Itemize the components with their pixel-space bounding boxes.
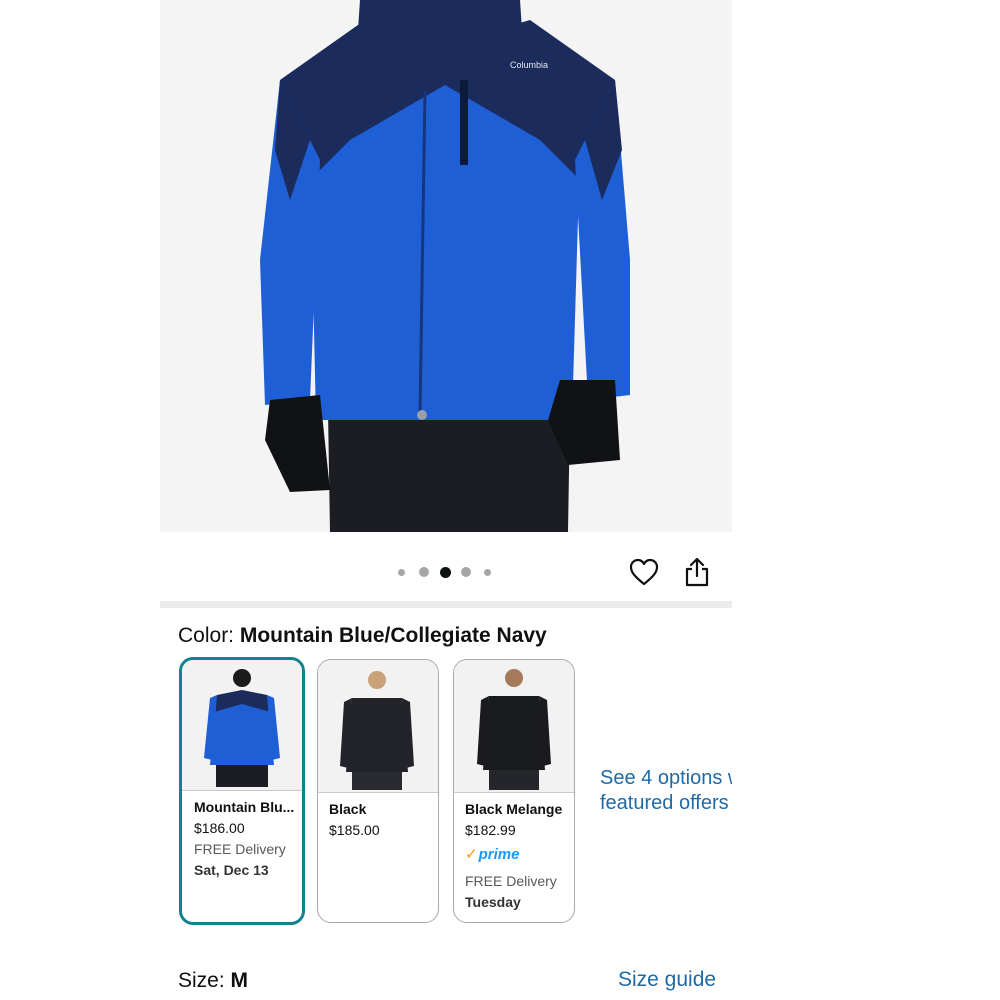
color-option-price: $186.00 <box>194 820 245 836</box>
heart-outline-icon <box>629 558 659 586</box>
carousel-dot-active[interactable] <box>440 566 451 578</box>
color-option-delivery-date: Tuesday <box>465 894 521 910</box>
size-guide-link[interactable]: Size guide <box>618 968 716 992</box>
color-option-name: Black <box>329 801 367 817</box>
color-option-image <box>182 660 302 791</box>
color-option-price: $185.00 <box>329 822 380 838</box>
add-to-wishlist-button[interactable] <box>626 554 662 590</box>
jacket-illustration: Columbia <box>260 0 630 532</box>
color-label: Color: <box>178 624 240 647</box>
product-image[interactable]: Columbia <box>160 0 732 532</box>
color-option-delivery: FREE Delivery <box>194 841 286 857</box>
color-option-delivery-date: Sat, Dec 13 <box>194 862 269 878</box>
prime-label: prime <box>478 845 520 863</box>
color-option-name: Mountain Blu... <box>194 799 295 815</box>
see-options-link[interactable]: See 4 options w featured offers <box>600 766 732 816</box>
share-icon <box>685 557 709 587</box>
color-option-delivery: FREE Delivery <box>465 873 557 889</box>
carousel-dot[interactable] <box>419 567 429 577</box>
carousel-dot[interactable] <box>484 568 491 576</box>
prime-check-icon: ✓ <box>465 845 478 863</box>
color-option-black[interactable]: Black $185.00 <box>317 659 439 923</box>
share-button[interactable] <box>679 554 715 590</box>
color-option-mountain-blue[interactable]: Mountain Blu... $186.00 FREE Delivery Sa… <box>179 657 305 925</box>
see-options-line2: featured offers <box>600 792 729 814</box>
size-label-row: Size: M <box>178 969 248 993</box>
color-option-image <box>318 660 438 793</box>
section-divider <box>160 601 732 608</box>
prime-badge: ✓ prime <box>465 843 568 865</box>
carousel-dot[interactable] <box>398 568 405 576</box>
color-selected-value: Mountain Blue/Collegiate Navy <box>239 624 547 647</box>
color-label-row: Color: Mountain Blue/Collegiate Navy <box>178 624 547 648</box>
color-option-black-melange[interactable]: Black Melange $182.99 ✓ prime FREE Delive… <box>453 659 575 923</box>
color-option-name: Black Melange <box>465 801 563 817</box>
color-option-image <box>454 660 574 793</box>
size-selected-value: M <box>230 969 249 992</box>
carousel-dot[interactable] <box>461 567 471 577</box>
see-options-line1: See 4 options w <box>600 767 732 789</box>
color-option-price: $182.99 <box>465 822 516 838</box>
size-label: Size: <box>178 969 231 992</box>
carousel-dots[interactable] <box>398 565 491 579</box>
brand-logo: Columbia <box>510 60 548 70</box>
